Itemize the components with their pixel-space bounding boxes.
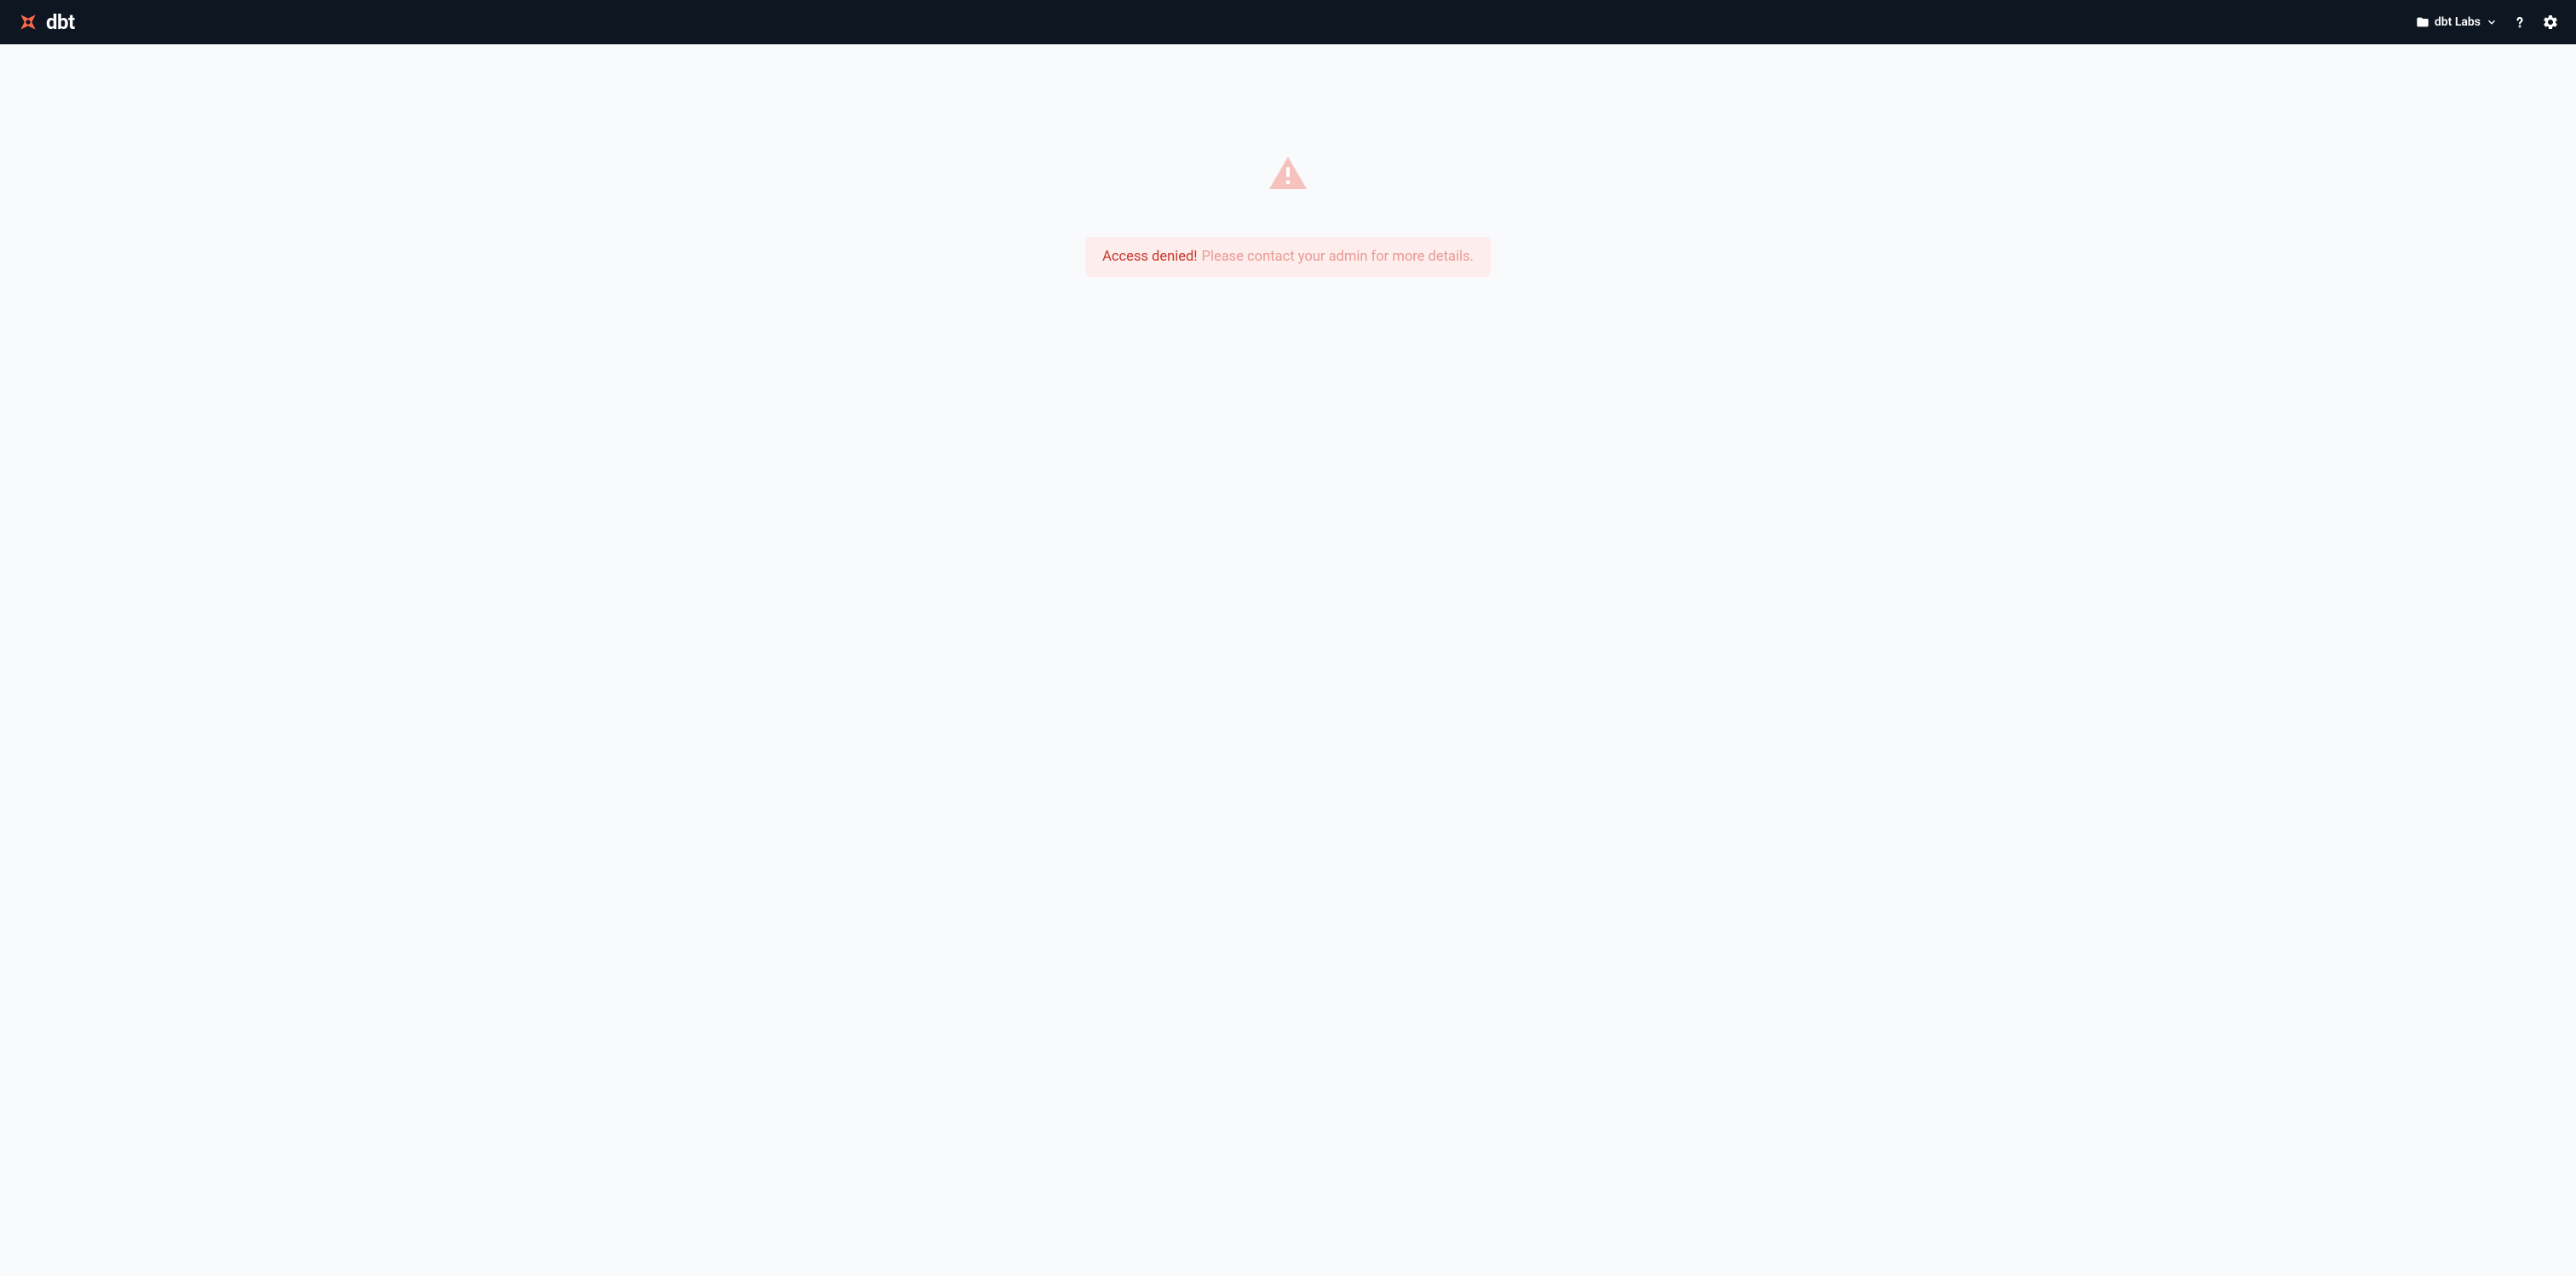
warning-triangle-icon: [1268, 155, 1308, 194]
folder-icon: [2416, 15, 2429, 29]
error-title: Access denied!: [1102, 249, 1197, 265]
main-content: Access denied! Please contact your admin…: [0, 44, 2576, 277]
navbar: dbt dbt Labs: [0, 0, 2576, 44]
settings-gear-icon[interactable]: [2542, 14, 2559, 31]
error-message-box: Access denied! Please contact your admin…: [1085, 237, 1491, 277]
dbt-logo-icon: [17, 11, 39, 33]
error-detail: Please contact your admin for more detai…: [1202, 249, 1474, 265]
help-icon[interactable]: [2511, 14, 2528, 31]
project-selector[interactable]: dbt Labs: [2416, 15, 2498, 29]
chevron-down-icon: [2486, 16, 2498, 28]
navbar-actions: dbt Labs: [2416, 14, 2559, 31]
project-name: dbt Labs: [2435, 15, 2481, 29]
brand-name: dbt: [46, 10, 75, 34]
navbar-brand[interactable]: dbt: [17, 10, 75, 34]
